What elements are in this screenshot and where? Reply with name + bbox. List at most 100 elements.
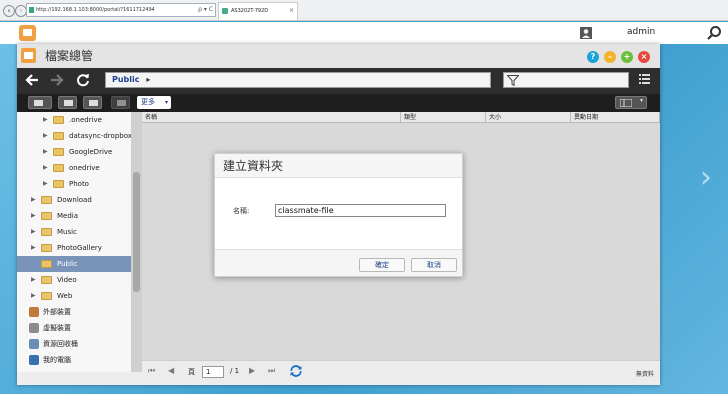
sidebar-item-label: PhotoGallery <box>57 244 102 252</box>
folder-icon <box>53 164 64 172</box>
browser-chrome: ‹ › http://192.168.1.103:8000/portal/?16… <box>0 0 728 21</box>
back-arrow-icon[interactable] <box>25 73 39 87</box>
expand-arrow-icon[interactable]: ▶ <box>43 176 48 192</box>
expand-arrow-icon[interactable]: ▶ <box>31 192 36 208</box>
sidebar-item[interactable]: ▶ Video <box>17 272 131 288</box>
more-label: 更多 <box>141 98 155 106</box>
empty-status: 無資料 <box>636 371 655 378</box>
filter-input[interactable] <box>503 72 629 88</box>
dialog-body: 名稱: classmate-file <box>215 177 462 250</box>
action-toolbar: 更多 ▾ ▾ <box>17 94 660 112</box>
folder-name-label: 名稱: <box>233 207 250 215</box>
view-mode-button[interactable]: ▾ <box>615 96 647 109</box>
sidebar-item[interactable]: 外部裝置 <box>17 304 131 320</box>
maximize-button[interactable]: + <box>621 51 633 63</box>
external-drive-icon <box>29 307 39 317</box>
column-name[interactable]: 名稱 <box>142 112 401 123</box>
address-bar[interactable]: http://192.168.1.103:8000/portal/?161171… <box>26 3 216 17</box>
prev-page-icon[interactable]: ◀ <box>168 366 174 375</box>
tab-title: AS3202T-792D <box>231 8 269 14</box>
column-type[interactable]: 類型 <box>401 112 486 123</box>
sidebar-item[interactable]: ▶ PhotoGallery <box>17 240 131 256</box>
page-total: / 1 <box>230 367 240 375</box>
first-page-icon[interactable]: ⏮ <box>148 366 155 376</box>
sidebar-item[interactable]: ▶ onedrive <box>17 160 131 176</box>
sidebar-item[interactable]: ▶ Web <box>17 288 131 304</box>
url-text: http://192.168.1.103:8000/portal/?161171… <box>36 7 155 13</box>
folder-name-input[interactable]: classmate-file <box>275 204 446 217</box>
ok-button[interactable]: 確定 <box>359 258 405 272</box>
sidebar-item-label: 外部裝置 <box>43 308 71 316</box>
refresh-icon[interactable] <box>76 73 90 87</box>
minimize-button[interactable]: – <box>604 51 616 63</box>
column-modified[interactable]: 異動日期 <box>571 112 660 123</box>
sidebar-item[interactable]: ▶ .onedrive <box>17 112 131 128</box>
user-icon[interactable] <box>580 27 592 39</box>
path-breadcrumb[interactable]: Public ▸ <box>105 72 491 88</box>
close-button[interactable]: × <box>638 51 650 63</box>
cancel-button[interactable]: 取消 <box>411 258 457 272</box>
upload-button[interactable] <box>28 96 52 109</box>
pagination-bar: ⏮ ◀ 頁 1 / 1 ▶ ⏭ 無資料 <box>142 360 660 382</box>
expand-arrow-icon[interactable]: ▶ <box>31 272 36 288</box>
share-button[interactable] <box>111 96 130 109</box>
expand-arrow-icon[interactable]: ▶ <box>31 368 36 372</box>
next-page-arrow-icon[interactable]: › <box>700 160 712 195</box>
user-label[interactable]: admin <box>627 27 655 37</box>
address-tools[interactable]: ρ ▾ C <box>198 4 213 16</box>
help-button[interactable]: ? <box>587 51 599 63</box>
expand-arrow-icon[interactable]: ▶ <box>31 288 36 304</box>
expand-arrow-icon[interactable]: ▶ <box>43 128 48 144</box>
sidebar-item-label: Music <box>57 228 77 236</box>
sidebar-item[interactable]: ▶ Z170A Gamin M7 <box>17 368 131 372</box>
last-page-icon[interactable]: ⏭ <box>268 366 275 376</box>
sidebar-item[interactable]: ▶ Download <box>17 192 131 208</box>
sidebar-item[interactable]: 虛擬裝置 <box>17 320 131 336</box>
next-page-icon[interactable]: ▶ <box>249 366 255 375</box>
sidebar-item[interactable]: ▶ GoogleDrive <box>17 144 131 160</box>
folder-tree: ▶ .onedrive ▶ datasync-dropbox ▶ GoogleDrive ▶… <box>17 112 131 372</box>
reload-list-icon[interactable] <box>290 365 302 377</box>
sidebar-item-label: 資源回收桶 <box>43 340 78 348</box>
filter-icon <box>507 75 519 86</box>
folder-icon <box>41 276 52 284</box>
sidebar-item-label: Media <box>57 212 79 220</box>
app-launcher-icon[interactable] <box>19 25 36 41</box>
back-icon[interactable]: ‹ <box>3 5 15 17</box>
site-icon <box>29 7 34 13</box>
sidebar-item-label: onedrive <box>69 164 100 172</box>
sidebar-item[interactable]: ▶ datasync-dropbox <box>17 128 131 144</box>
sidebar-item[interactable]: ▶ Media <box>17 208 131 224</box>
expand-arrow-icon[interactable]: ▶ <box>43 160 48 176</box>
expand-arrow-icon[interactable]: ▶ <box>43 112 48 128</box>
favicon-icon <box>222 8 228 14</box>
sidebar-item[interactable]: 我的電腦 <box>17 352 131 368</box>
window-titlebar[interactable] <box>17 44 660 68</box>
desktop-topbar <box>0 22 728 44</box>
new-folder-button[interactable] <box>58 96 77 109</box>
sidebar-item-label: Download <box>57 196 92 204</box>
sidebar-item[interactable]: Public <box>17 256 131 272</box>
folder-icon <box>41 292 52 300</box>
column-size[interactable]: 大小 <box>486 112 571 123</box>
sidebar-item[interactable]: 資源回收桶 <box>17 336 131 352</box>
close-tab-icon[interactable]: × <box>289 3 294 19</box>
recycle-bin-icon <box>29 339 39 349</box>
sidebar-scroll-thumb[interactable] <box>133 172 140 292</box>
expand-arrow-icon[interactable]: ▶ <box>43 144 48 160</box>
expand-arrow-icon[interactable]: ▶ <box>31 240 36 256</box>
virtual-drive-icon <box>29 323 39 333</box>
expand-arrow-icon[interactable]: ▶ <box>31 208 36 224</box>
search-icon[interactable] <box>706 25 722 41</box>
page-number-input[interactable]: 1 <box>202 366 224 378</box>
sidebar-item[interactable]: ▶ Photo <box>17 176 131 192</box>
sidebar-item[interactable]: ▶ Music <box>17 224 131 240</box>
expand-arrow-icon[interactable]: ▶ <box>31 224 36 240</box>
browser-tab[interactable]: AS3202T-792D × <box>218 2 298 20</box>
list-menu-icon[interactable] <box>639 74 650 84</box>
forward-arrow-icon[interactable] <box>50 73 64 87</box>
sidebar-item-label: Public <box>57 260 78 268</box>
more-dropdown[interactable]: 更多 ▾ <box>137 96 171 109</box>
copy-folder-button[interactable] <box>83 96 102 109</box>
breadcrumb-item[interactable]: Public <box>112 75 140 84</box>
